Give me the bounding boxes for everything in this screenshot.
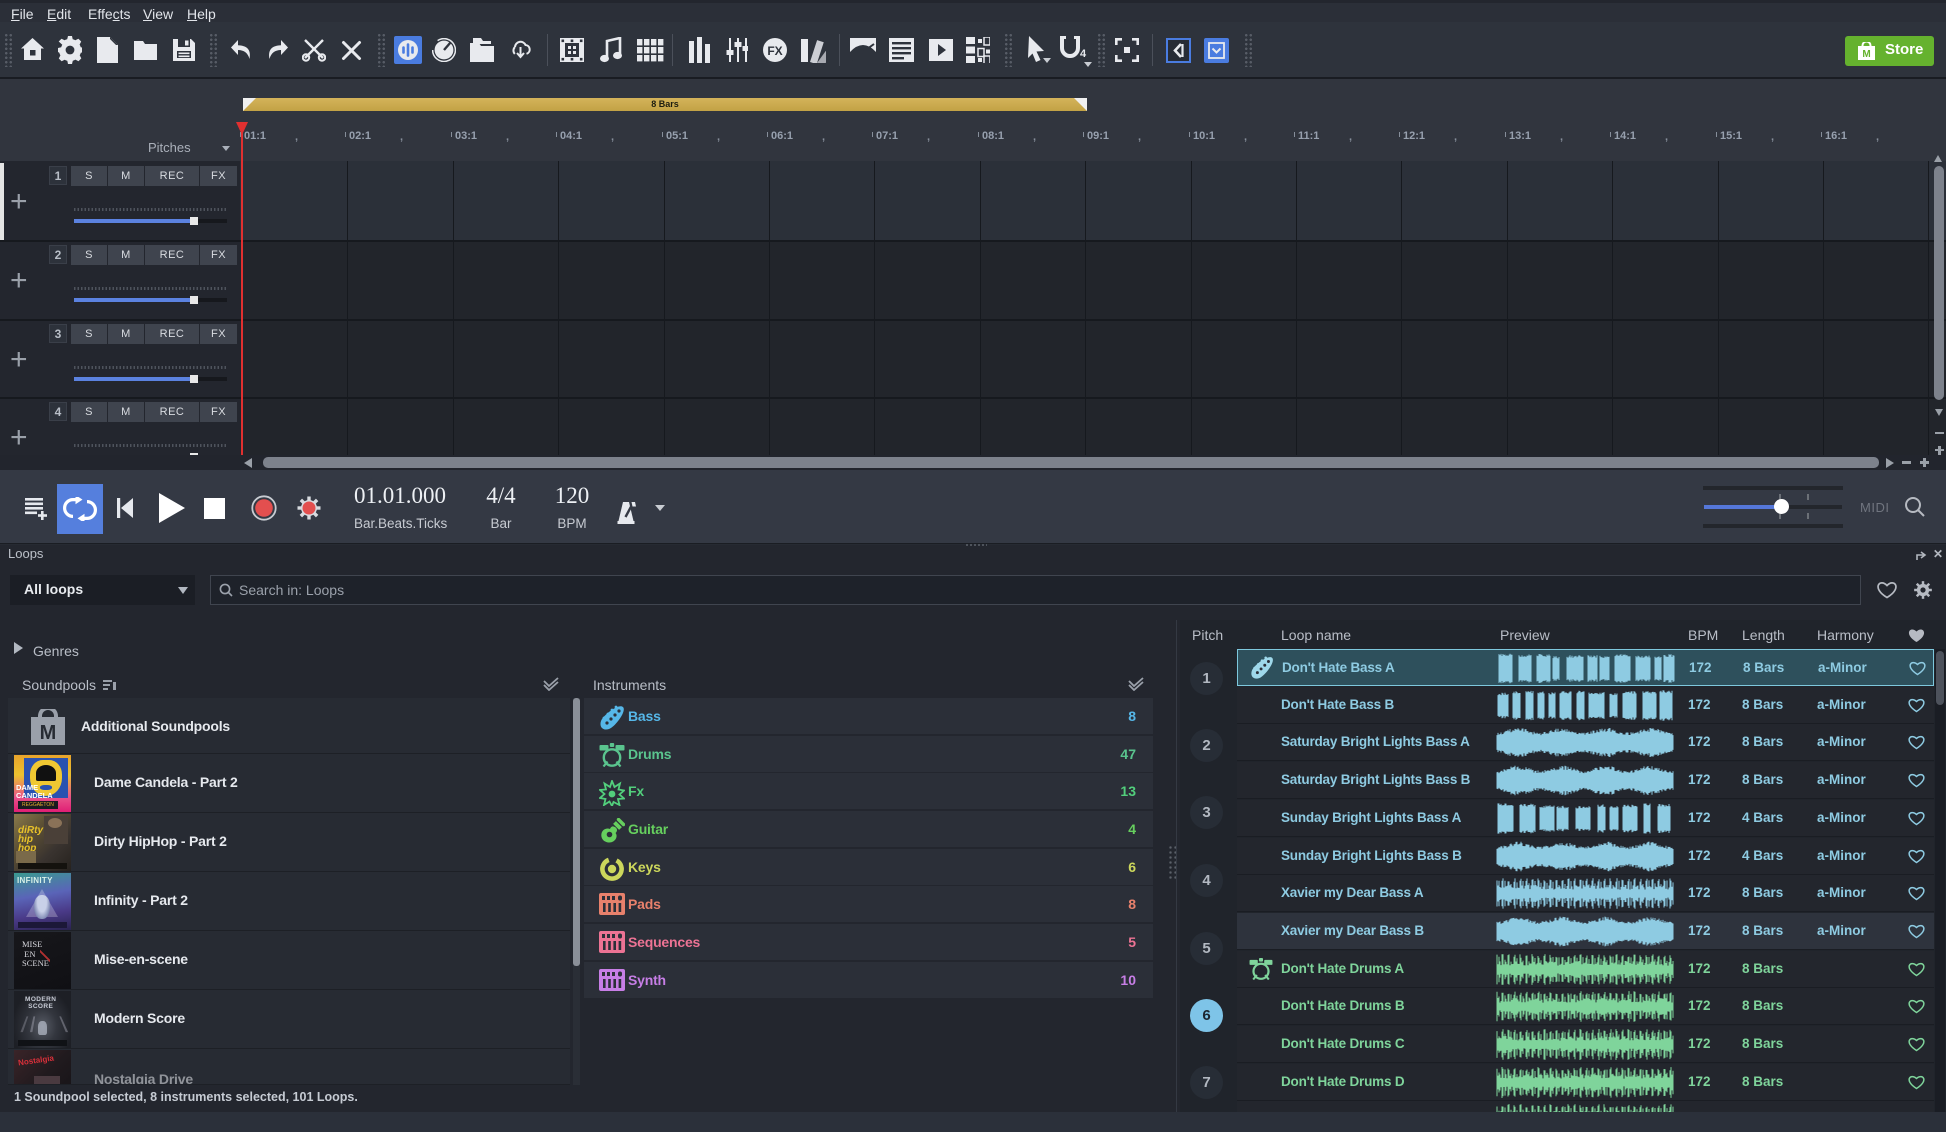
svg-text:M: M xyxy=(1862,49,1870,60)
svg-text:FX: FX xyxy=(767,44,782,58)
svg-text:M: M xyxy=(40,722,57,744)
